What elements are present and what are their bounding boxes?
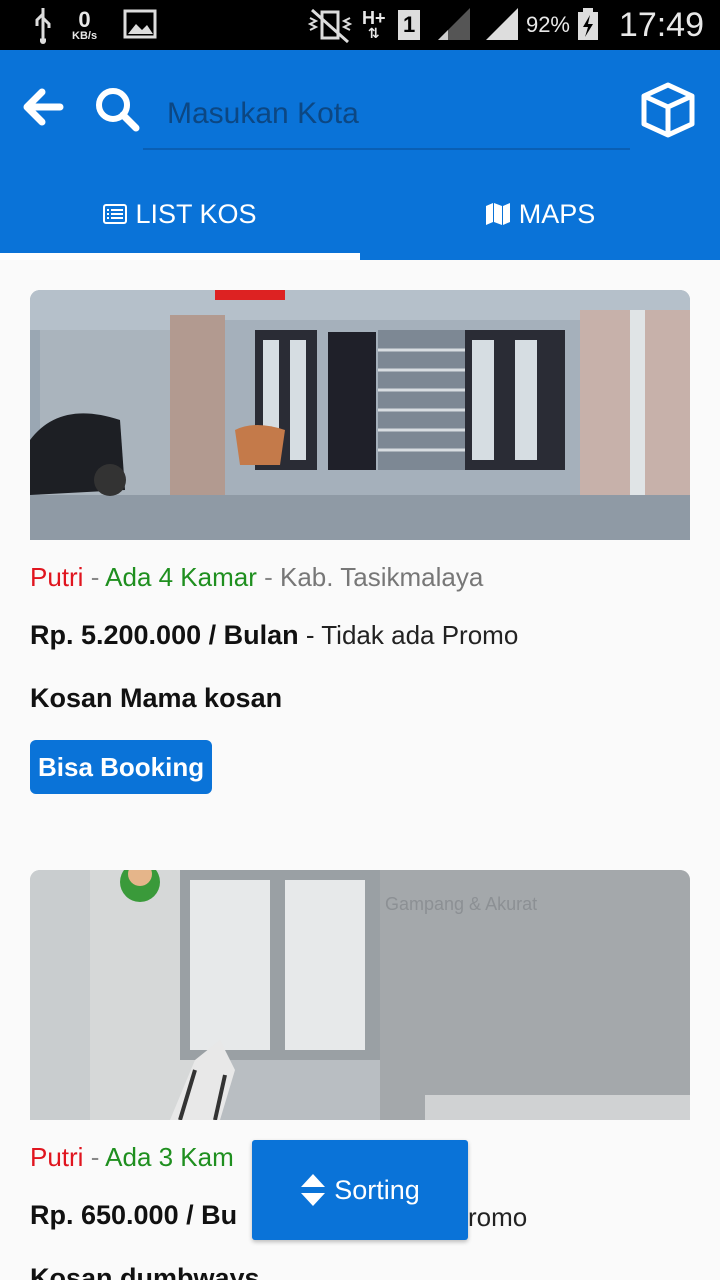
list-icon [103,204,128,224]
price-line: Rp. 5.200.000 / Bulan - Tidak ada Promo [30,620,519,650]
promo-label: Tidak ada Promo [321,620,519,650]
price-label: Rp. 5.200.000 / Bulan [30,620,299,650]
usb-icon [35,8,51,44]
kos-meta: Putri - Ada 4 Kamar - Kab. Tasikmalaya [30,562,484,592]
clock: 17:49 [618,5,704,44]
kos-meta: Putri - Ada 3 Kam [30,1142,234,1172]
list-item[interactable]: Gampang & Akurat Putri - Ada 3 Kam Rp. 6… [30,870,690,1280]
house-photo [30,290,690,540]
back-arrow-icon[interactable] [18,82,68,132]
tab-list-kos-label: LIST KOS [135,198,257,229]
kos-name: Kosan Mama kosan [30,683,283,713]
city-label: Kab. Tasikmalaya [280,562,484,592]
gender-label: Putri [30,1142,84,1172]
network-type: H+ ⇅ [362,8,386,42]
battery-percent: 92% [525,12,570,37]
signal-icon-sim2 [486,8,518,40]
sim-slot-label: 1 [398,10,421,40]
net-speed-unit: KB/s [72,29,98,42]
search-icon[interactable] [92,84,142,134]
price-label: Rp. 650.000 / Bu [30,1200,238,1230]
room-photo: Gampang & Akurat [30,870,690,1120]
net-speed: 0 KB/s [72,0,97,50]
status-bar: 0 KB/s H+ ⇅ 1 92% 17:49 [0,0,720,50]
sort-icon [301,1174,326,1206]
cube-icon[interactable] [638,80,698,140]
app-bar: LIST KOS MAPS [0,50,720,260]
kos-photo[interactable] [30,290,690,540]
vibrate-mute-icon [307,8,353,44]
map-icon [485,203,510,225]
gender-label: Putri [30,562,84,592]
price-line: Rp. 650.000 / Bu romo [30,1200,527,1232]
image-notification-icon [123,9,157,39]
sorting-button[interactable]: Sorting [252,1140,468,1240]
signal-icon-sim1 [438,8,470,40]
tab-list-kos[interactable]: LIST KOS [0,168,360,260]
promo-label: romo [468,1202,528,1232]
kos-photo[interactable]: Gampang & Akurat [30,870,690,1120]
list-item[interactable]: Putri - Ada 4 Kamar - Kab. Tasikmalaya R… [30,290,690,794]
sim-indicator: 1 [398,0,421,50]
kos-list[interactable]: Putri - Ada 4 Kamar - Kab. Tasikmalaya R… [0,260,720,1280]
tab-maps[interactable]: MAPS [360,168,720,260]
network-type-label: H+ [362,8,386,28]
tab-maps-label: MAPS [518,198,596,229]
kos-name: Kosan dumbways [30,1263,260,1280]
battery-charging-icon [578,8,598,40]
city-search-input[interactable] [143,80,630,150]
net-speed-value: 0 [78,6,91,32]
active-tab-indicator [0,253,360,260]
photo-watermark: Gampang & Akurat [385,894,537,914]
booking-badge: Bisa Booking [30,740,213,794]
availability-label: Ada 4 Kamar [105,562,257,592]
sorting-button-label: Sorting [334,1174,420,1205]
availability-label: Ada 3 Kam [105,1142,234,1172]
